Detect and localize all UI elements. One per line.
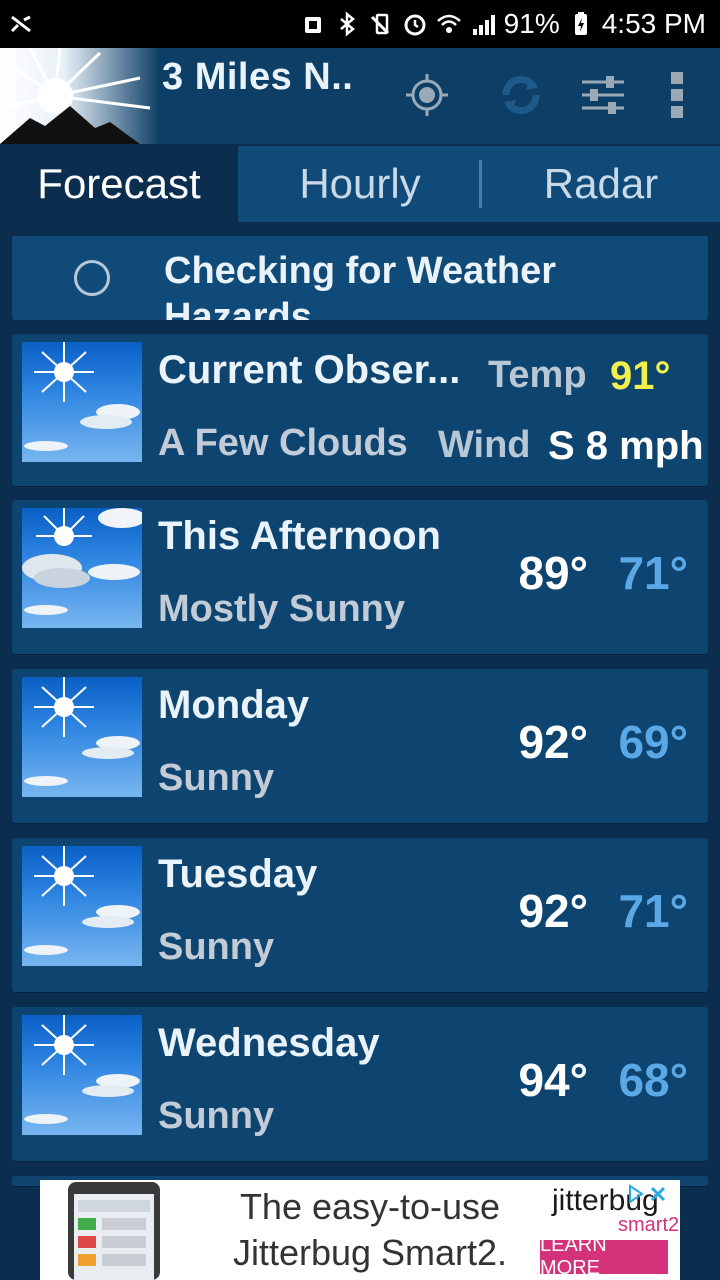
app-bar: 3 Miles N.. [0,48,720,144]
tab-bar: Forecast Hourly Radar [0,146,720,222]
forecast-low: 71° [618,547,688,599]
sunny-weather-icon [22,846,142,966]
ad-headline: The easy-to-use Jitterbug Smart2. [180,1184,560,1276]
forecast-condition: Sunny [158,757,275,799]
alarm-icon [402,11,428,37]
overflow-menu-icon [652,70,702,120]
ad-choices-icon[interactable] [626,1182,674,1206]
locate-icon [402,70,452,120]
hazard-card[interactable]: Checking for Weather Hazards [12,236,708,320]
forecast-condition: Mostly Sunny [158,588,406,630]
current-wind: S 8 mph [548,424,704,468]
location-title[interactable]: 3 Miles N.. [162,56,353,99]
android-icon [300,11,326,37]
forecast-day: Wednesday [158,1021,380,1065]
forecast-day: Tuesday [158,852,318,896]
forecast-row[interactable]: Wednesday Sunny 94° 68° [12,1007,708,1161]
forecast-row[interactable]: Monday Sunny 92° 69° [12,669,708,823]
ad-headline-line-1: The easy-to-use [239,1186,501,1227]
locate-button[interactable] [402,70,452,120]
current-condition: A Few Clouds [158,422,408,464]
app-logo [0,48,160,144]
settings-button[interactable] [578,70,628,120]
current-observation-card[interactable]: Current Obser... A Few Clouds Temp 91° W… [12,334,708,486]
forecast-row[interactable]: Tuesday Sunny 92° 71° [12,838,708,992]
sunny-weather-icon [22,1015,142,1135]
forecast-row[interactable]: This Afternoon Mostly Sunny 89° 71° [12,500,708,654]
wind-label: Wind [438,424,531,466]
refresh-button[interactable] [496,70,546,120]
tab-radar[interactable]: Radar [482,146,720,222]
overflow-menu-button[interactable] [652,70,702,120]
forecast-high: 92° [518,885,588,937]
forecast-low: 71° [618,885,688,937]
bluetooth-icon [334,11,360,37]
forecast-condition: Sunny [158,926,275,968]
forecast-high: 92° [518,716,588,768]
ad-banner[interactable]: The easy-to-use Jitterbug Smart2. jitter… [40,1180,680,1280]
current-temp: 91° [610,354,671,398]
tab-hourly[interactable]: Hourly [238,146,482,222]
forecast-low: 69° [618,716,688,768]
wifi-icon [436,11,462,37]
forecast-low: 68° [618,1054,688,1106]
cell-signal-icon [470,11,496,37]
hazard-text: Checking for Weather Hazards [164,250,557,320]
learn-more-button[interactable]: LEARN MORE [540,1234,668,1279]
status-bar: 91% 4:53 PM [0,0,720,48]
current-title: Current Obser... [158,348,461,392]
forecast-high: 94° [518,1054,588,1106]
refresh-icon [496,70,546,120]
temp-label: Temp [488,354,587,396]
sunny-weather-icon [22,677,142,797]
few-clouds-weather-icon [22,342,142,462]
tab-hourly-label: Hourly [299,160,421,207]
vibrate-mute-icon [368,11,394,37]
no-signal-icon [8,11,34,37]
tab-forecast[interactable]: Forecast [0,146,238,222]
forecast-high: 89° [518,547,588,599]
forecast-day: Monday [158,683,310,727]
mostly-sunny-weather-icon [22,508,142,628]
forecast-day: This Afternoon [158,514,441,558]
loading-spinner-icon [74,260,110,296]
sliders-icon [578,70,628,120]
battery-percent: 91% [503,8,560,39]
ad-headline-line-2: Jitterbug Smart2. [232,1232,508,1273]
battery-icon [568,11,594,37]
forecast-condition: Sunny [158,1095,275,1137]
phone-image [54,1180,170,1280]
clock: 4:53 PM [601,8,706,39]
